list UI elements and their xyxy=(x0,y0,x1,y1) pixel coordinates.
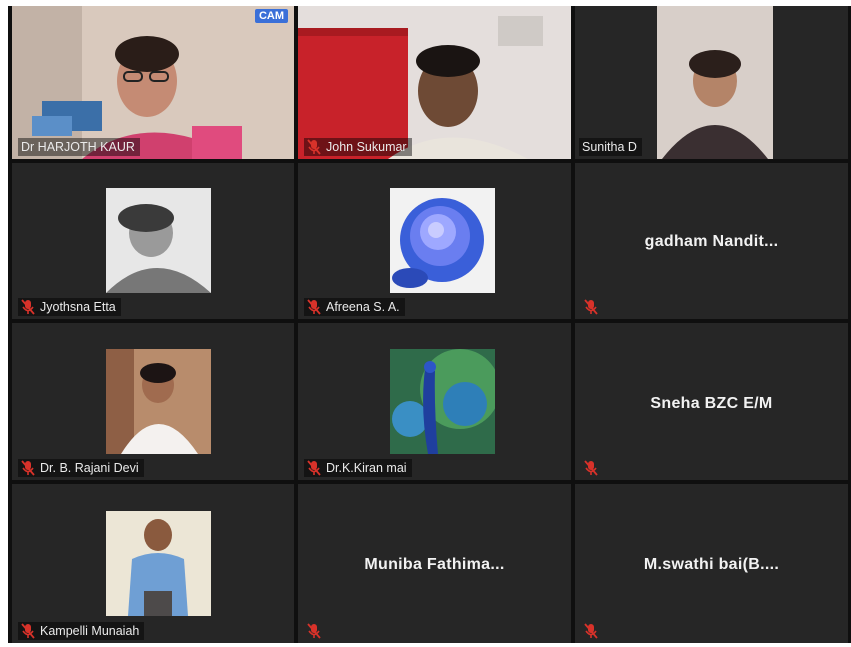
participant-name-label: Dr. B. Rajani Devi xyxy=(18,459,144,477)
participant-tile-swathi-bai[interactable]: M.swathi bai(B.... xyxy=(575,484,848,643)
microphone-muted-icon xyxy=(584,299,598,315)
participant-tile-afreena[interactable]: Afreena S. A. xyxy=(298,163,571,319)
participant-name-label: Dr HARJOTH KAUR xyxy=(18,138,140,156)
microphone-muted-icon xyxy=(307,139,321,155)
participant-name: Jyothsna Etta xyxy=(40,300,116,314)
participant-name-label xyxy=(581,622,603,640)
camera-badge: CAM xyxy=(254,9,288,23)
participant-tile-kampelli-munaiah[interactable]: Kampelli Munaiah xyxy=(12,484,294,643)
microphone-muted-icon xyxy=(307,460,321,476)
participant-name-label xyxy=(304,622,326,640)
participant-video xyxy=(12,6,294,159)
participant-tile-muniba-fathima[interactable]: Muniba Fathima... xyxy=(298,484,571,643)
participant-display-name: gadham Nandit... xyxy=(644,233,779,250)
participant-name-label: Dr.K.Kiran mai xyxy=(304,459,412,477)
participant-video xyxy=(657,6,773,159)
participant-name: Dr HARJOTH KAUR xyxy=(21,140,135,154)
participant-display-name: M.swathi bai(B.... xyxy=(643,556,780,573)
participant-name: Kampelli Munaiah xyxy=(40,624,140,638)
participant-tile-john-sukumar[interactable]: John Sukumar xyxy=(298,6,571,159)
participant-name: Sunitha D xyxy=(582,140,637,154)
participant-display-name: Muniba Fathima... xyxy=(364,556,505,573)
microphone-muted-icon xyxy=(21,460,35,476)
microphone-muted-icon xyxy=(307,623,321,639)
participant-name-label xyxy=(581,459,603,477)
participant-name: Afreena S. A. xyxy=(326,300,400,314)
profile-picture xyxy=(390,188,495,293)
microphone-muted-icon xyxy=(307,299,321,315)
participant-display-name: Sneha BZC E/M xyxy=(650,395,773,412)
profile-picture xyxy=(106,188,211,293)
participant-tile-kiran-mai[interactable]: Dr.K.Kiran mai xyxy=(298,323,571,480)
participant-tile-gadham-nandit[interactable]: gadham Nandit... xyxy=(575,163,848,319)
participant-name-label: Afreena S. A. xyxy=(304,298,405,316)
participant-name: Dr.K.Kiran mai xyxy=(326,461,407,475)
participant-name-label: Jyothsna Etta xyxy=(18,298,121,316)
participant-name: Dr. B. Rajani Devi xyxy=(40,461,139,475)
participant-tile-sneha-bzc[interactable]: Sneha BZC E/M xyxy=(575,323,848,480)
microphone-muted-icon xyxy=(21,623,35,639)
participant-name: John Sukumar xyxy=(326,140,407,154)
participant-tile-jyothsna-etta[interactable]: Jyothsna Etta xyxy=(12,163,294,319)
profile-picture xyxy=(390,349,495,454)
profile-picture xyxy=(106,349,211,454)
participant-name-label: Kampelli Munaiah xyxy=(18,622,145,640)
participant-tile-sunitha-d[interactable]: Sunitha D xyxy=(575,6,848,159)
participant-name-label xyxy=(581,298,603,316)
participant-name-label: John Sukumar xyxy=(304,138,412,156)
microphone-muted-icon xyxy=(584,460,598,476)
microphone-muted-icon xyxy=(21,299,35,315)
video-gallery: CAM Dr HARJOTH KAUR John Sukumar Sunitha… xyxy=(8,6,851,643)
microphone-muted-icon xyxy=(584,623,598,639)
participant-tile-harjoth-kaur[interactable]: CAM Dr HARJOTH KAUR xyxy=(12,6,294,159)
profile-picture xyxy=(106,511,211,616)
participant-tile-rajani-devi[interactable]: Dr. B. Rajani Devi xyxy=(12,323,294,480)
participant-video xyxy=(298,6,571,159)
participant-name-label: Sunitha D xyxy=(579,138,642,156)
